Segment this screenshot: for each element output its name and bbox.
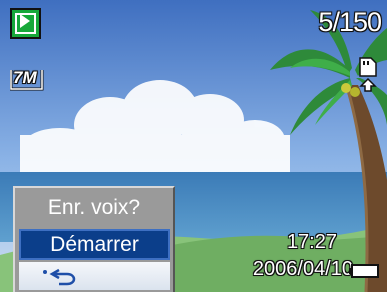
date-stamp: 2006/04/10 bbox=[252, 258, 353, 280]
back-arrow-icon bbox=[43, 268, 76, 286]
camera-lcd-screen: 5/150 7M Enr. voix? Démarrer 17:27 2006/… bbox=[0, 0, 387, 292]
time-stamp: 17:27 bbox=[286, 231, 337, 253]
voice-memo-menu: Enr. voix? Démarrer bbox=[13, 186, 175, 292]
start-recording-option[interactable]: Démarrer bbox=[19, 229, 170, 260]
back-option[interactable] bbox=[19, 262, 170, 290]
battery-icon bbox=[349, 264, 379, 278]
image-counter: 5/150 bbox=[318, 7, 382, 37]
internal-memory-icon bbox=[359, 57, 377, 92]
menu-title: Enr. voix? bbox=[47, 196, 141, 219]
resolution-icon: 7M bbox=[9, 66, 44, 91]
resolution-label: 7M bbox=[13, 68, 37, 87]
playback-icon bbox=[10, 8, 41, 39]
